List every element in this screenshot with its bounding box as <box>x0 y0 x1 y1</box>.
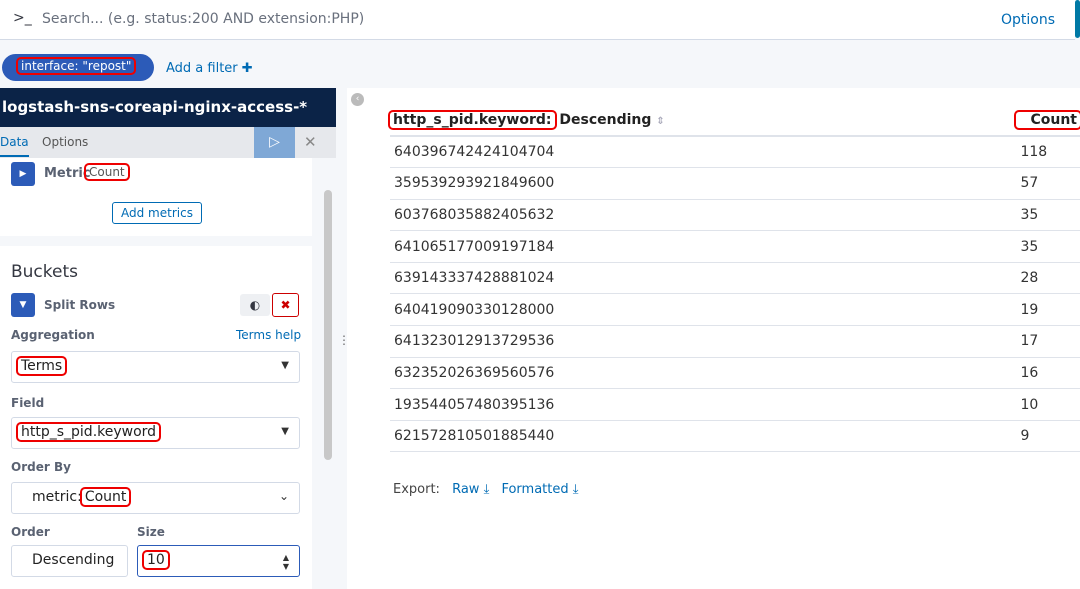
size-label: Size <box>137 525 165 539</box>
key-cell: 603768035882405632 <box>390 199 1017 232</box>
download-icon: ⤓ <box>483 482 490 497</box>
key-header-label: http_s_pid.keyword: <box>388 109 557 130</box>
table-row: 641065177009197184 35 <box>390 230 1080 263</box>
key-header-suffix: Descending <box>554 111 652 128</box>
collapse-sidebar-icon[interactable]: ‹ <box>351 93 364 106</box>
buckets-heading: Buckets <box>11 262 79 282</box>
order-by-prefix: metric: <box>32 489 82 505</box>
count-header-label: Count <box>1014 109 1080 130</box>
key-cell: 193544057480395136 <box>390 388 1017 421</box>
export-label: Export: <box>393 482 440 497</box>
size-value: 10 <box>142 550 170 570</box>
count-cell: 28 <box>1016 262 1080 295</box>
remove-bucket-icon[interactable]: ✖ <box>272 293 299 317</box>
count-column-header[interactable]: Count <box>1014 104 1080 137</box>
metric-label: Metric <box>44 166 91 181</box>
count-cell: 9 <box>1016 420 1080 453</box>
key-cell: 632352026369560576 <box>390 357 1017 390</box>
export-formatted-link[interactable]: Formatted ⤓ <box>501 482 578 497</box>
table-row: 641323012913729536 17 <box>390 325 1080 358</box>
index-pattern-title: logstash-sns-coreapi-nginx-access-* <box>0 88 336 127</box>
tab-options[interactable]: Options <box>42 135 88 149</box>
key-cell: 641065177009197184 <box>390 230 1017 263</box>
field-label: Field <box>11 396 45 410</box>
key-cell: 621572810501885440 <box>390 420 1017 453</box>
count-cell: 35 <box>1016 230 1080 263</box>
add-metrics-button[interactable]: Add metrics <box>112 202 202 224</box>
play-icon: ▷ <box>269 134 280 150</box>
sidebar-scrollbar[interactable] <box>324 190 332 460</box>
count-cell: 118 <box>1016 136 1080 169</box>
aggregation-label: Aggregation <box>11 328 95 342</box>
aggregation-value: Terms <box>15 356 68 376</box>
filter-pill[interactable]: interface: "repost" <box>2 54 154 81</box>
field-value: http_s_pid.keyword <box>15 422 162 442</box>
count-cell: 16 <box>1016 357 1080 390</box>
table-row: 621572810501885440 9 <box>390 420 1080 453</box>
table-row: 603768035882405632 35 <box>390 199 1080 232</box>
export-raw-link[interactable]: Raw ⤓ <box>452 482 489 497</box>
order-by-select[interactable]: metric: Count ⌄ <box>11 482 300 514</box>
order-value: Descending <box>32 552 115 568</box>
discard-icon[interactable]: ✕ <box>304 133 317 151</box>
field-select[interactable]: http_s_pid.keyword ▼ <box>11 417 300 449</box>
expand-metric-icon[interactable]: ▶ <box>11 162 35 186</box>
stepper-icon[interactable]: ▲ ▼ <box>283 553 289 571</box>
key-cell: 641323012913729536 <box>390 325 1017 358</box>
order-select[interactable]: Descending <box>11 545 128 577</box>
count-cell: 35 <box>1016 199 1080 232</box>
key-cell: 359539293921849600 <box>390 167 1017 200</box>
search-input[interactable]: Search... (e.g. status:200 AND extension… <box>42 11 364 27</box>
export-bar: Export: Raw ⤓ Formatted ⤓ <box>393 482 579 497</box>
caret-down-icon: ▼ <box>281 426 289 437</box>
chevron-down-icon: ⌄ <box>278 489 289 503</box>
terms-help-link[interactable]: Terms help <box>236 328 301 342</box>
key-cell: 640419090330128000 <box>390 293 1017 327</box>
raw-label: Raw <box>452 482 480 497</box>
table-row: 359539293921849600 57 <box>390 167 1080 200</box>
buckets-card: Buckets ▼ Split Rows ◐ ✖ Aggregation Ter… <box>0 246 312 589</box>
order-by-value: Count <box>79 487 132 507</box>
data-table: http_s_pid.keyword: Descending ⇕ Count 6… <box>388 104 1080 453</box>
count-cell: 57 <box>1016 167 1080 200</box>
metrics-card: ▶ Metric Count Add metrics <box>0 158 312 236</box>
metric-value: Count <box>84 163 130 181</box>
options-link[interactable]: Options <box>1001 12 1055 28</box>
apply-button[interactable]: ▷ <box>254 127 295 158</box>
key-cell: 640396742424104704 <box>390 136 1017 169</box>
caret-down-icon: ▼ <box>281 360 289 371</box>
sort-icon[interactable]: ⇕ <box>656 116 664 127</box>
add-filter-link[interactable]: Add a filter ✚ <box>166 61 253 76</box>
table-row: 640419090330128000 19 <box>390 293 1080 327</box>
formatted-label: Formatted <box>501 482 569 497</box>
toggle-icon[interactable]: ◐ <box>240 294 270 316</box>
size-input[interactable]: 10 ▲ ▼ <box>137 545 300 577</box>
terminal-prompt-icon: >_ <box>13 10 32 26</box>
table-row: 193544057480395136 10 <box>390 388 1080 421</box>
download-icon: ⤓ <box>572 482 579 497</box>
search-bar[interactable]: >_ Search... (e.g. status:200 AND extens… <box>0 0 1075 40</box>
order-by-label: Order By <box>11 460 71 474</box>
table-row: 640396742424104704 118 <box>390 136 1080 169</box>
table-row: 632352026369560576 16 <box>390 357 1080 390</box>
count-cell: 10 <box>1016 388 1080 421</box>
filter-label: interface: "repost" <box>15 57 137 75</box>
key-column-header[interactable]: http_s_pid.keyword: Descending ⇕ <box>388 104 1017 137</box>
key-cell: 639143337428881024 <box>390 262 1017 295</box>
aggregation-select[interactable]: Terms ▼ <box>11 351 300 383</box>
refresh-button-edge[interactable] <box>1075 0 1080 38</box>
table-row: 639143337428881024 28 <box>390 262 1080 295</box>
count-cell: 19 <box>1016 293 1080 327</box>
order-label: Order <box>11 525 50 539</box>
tab-data[interactable]: Data <box>0 135 29 157</box>
split-rows-label: Split Rows <box>44 298 116 312</box>
collapse-bucket-icon[interactable]: ▼ <box>11 293 35 317</box>
count-cell: 17 <box>1016 325 1080 358</box>
